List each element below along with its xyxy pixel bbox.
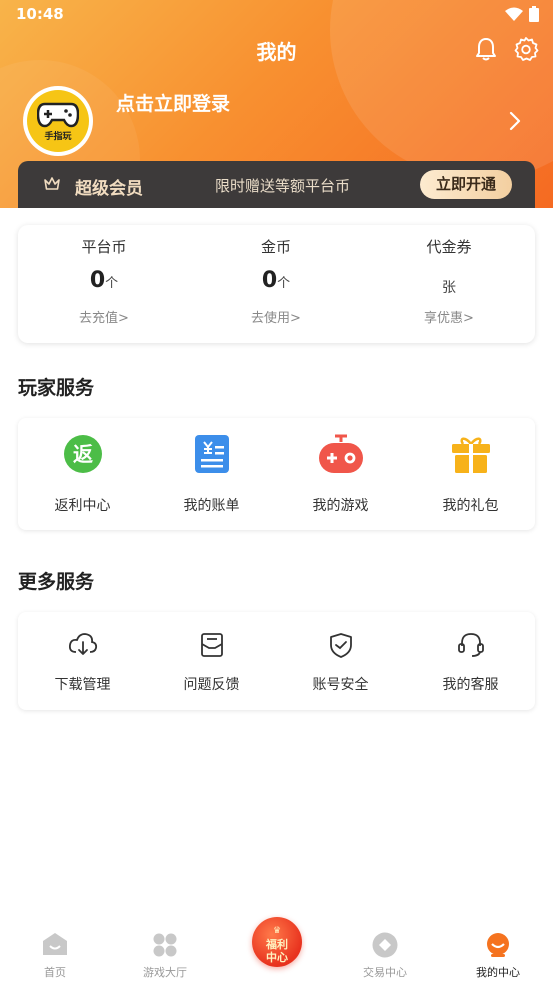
welfare-badge-icon: ♛ bbox=[272, 926, 282, 936]
icon-wrapper bbox=[406, 632, 535, 658]
tab-icon-wrapper bbox=[110, 932, 220, 958]
icon-wrapper bbox=[406, 434, 535, 474]
gear-icon[interactable] bbox=[513, 36, 539, 62]
service-my-gifts[interactable]: 我的礼包 bbox=[406, 418, 535, 530]
section-title-more-services: 更多服务 bbox=[18, 571, 95, 593]
service-label: 账号安全 bbox=[312, 677, 369, 693]
page-title: 我的 bbox=[256, 40, 297, 64]
bell-icon[interactable] bbox=[473, 36, 499, 62]
wallet-link-use[interactable]: 去使用> bbox=[190, 307, 362, 326]
gamepad-logo-icon bbox=[37, 102, 79, 128]
grid-icon bbox=[153, 933, 177, 957]
shield-icon bbox=[329, 633, 352, 658]
wallet-label: 金币 bbox=[260, 238, 291, 256]
wallet-platform-coin[interactable]: 平台币 0个 去充值> bbox=[18, 225, 190, 343]
rebate-icon: 返 bbox=[63, 435, 102, 473]
svg-text:返: 返 bbox=[73, 442, 93, 466]
service-customer-support[interactable]: 我的客服 bbox=[406, 612, 535, 710]
wallet-link-recharge[interactable]: 去充值> bbox=[18, 307, 190, 326]
service-label: 我的礼包 bbox=[442, 498, 499, 514]
service-feedback[interactable]: 问题反馈 bbox=[147, 612, 276, 710]
bill-icon bbox=[194, 435, 229, 473]
service-label: 我的游戏 bbox=[312, 498, 369, 514]
avatar-text: 手指玩 bbox=[44, 132, 72, 142]
vip-title: 超级会员 bbox=[75, 179, 143, 199]
gamepad-icon bbox=[318, 434, 363, 473]
wallet-amount: 0 bbox=[261, 268, 278, 293]
vip-description: 限时赠送等额平台币 bbox=[215, 177, 351, 195]
vip-banner[interactable]: 超级会员 限时赠送等额平台币 立即开通 bbox=[18, 161, 535, 208]
avatar[interactable]: 手指玩 bbox=[23, 86, 93, 156]
download-icon bbox=[68, 633, 97, 655]
icon-wrapper bbox=[276, 434, 405, 474]
tab-icon-wrapper bbox=[443, 932, 553, 958]
wallet-label: 平台币 bbox=[81, 238, 127, 256]
icon-wrapper bbox=[276, 632, 405, 658]
service-label: 我的账单 bbox=[183, 498, 240, 514]
service-my-bill[interactable]: 我的账单 bbox=[147, 418, 276, 530]
tab-icon-wrapper bbox=[0, 932, 110, 956]
trade-icon bbox=[372, 932, 398, 958]
wallet-label: 代金券 bbox=[426, 238, 472, 256]
login-prompt[interactable]: 点击立即登录 bbox=[116, 89, 230, 116]
chevron-right-icon[interactable] bbox=[505, 110, 525, 132]
wallet-amount: 0 bbox=[89, 268, 106, 293]
wallet-value: 0个 bbox=[190, 268, 362, 293]
feedback-icon bbox=[200, 633, 223, 657]
wallet-link-discount[interactable]: 享优惠> bbox=[363, 307, 535, 326]
icon-wrapper bbox=[147, 434, 276, 474]
crown-icon bbox=[44, 177, 60, 190]
home-icon bbox=[43, 933, 67, 955]
more-services-card: 下载管理 问题反馈 账号安全 我的客服 bbox=[18, 612, 535, 710]
avatar-logo: 手指玩 bbox=[27, 90, 89, 152]
wallet-value: 0个 bbox=[18, 268, 190, 293]
status-bar: 10:48 bbox=[0, 0, 553, 30]
battery-icon bbox=[529, 6, 539, 22]
wallet-unit: 个 bbox=[277, 276, 291, 291]
service-label: 我的客服 bbox=[442, 677, 499, 693]
wallet-voucher[interactable]: 代金券 张 享优惠> bbox=[363, 225, 535, 343]
profile-icon bbox=[487, 933, 509, 957]
wallet-card: 平台币 0个 去充值> 金币 0个 去使用> 代金券 张 享优惠> bbox=[18, 225, 535, 343]
welfare-center-button[interactable]: ♛ 福利 中心 bbox=[252, 917, 302, 967]
player-services-card: 返 返利中心 我的账单 我的游戏 我的礼包 bbox=[18, 418, 535, 530]
tab-label: 交易中心 bbox=[363, 966, 407, 979]
service-my-games[interactable]: 我的游戏 bbox=[276, 418, 405, 530]
status-icons bbox=[505, 6, 539, 22]
wallet-unit: 张 bbox=[442, 280, 456, 296]
headset-icon bbox=[457, 633, 484, 657]
icon-wrapper bbox=[147, 632, 276, 658]
service-download-manager[interactable]: 下载管理 bbox=[18, 612, 147, 710]
service-rebate-center[interactable]: 返 返利中心 bbox=[18, 418, 147, 530]
service-label: 问题反馈 bbox=[183, 677, 240, 693]
tab-icon-wrapper bbox=[330, 932, 440, 958]
welfare-badge-text: 福利 中心 bbox=[266, 938, 288, 964]
tab-label: 我的中心 bbox=[476, 966, 520, 979]
service-account-security[interactable]: 账号安全 bbox=[276, 612, 405, 710]
tab-label: 首页 bbox=[44, 966, 66, 979]
service-label: 下载管理 bbox=[54, 677, 111, 693]
gift-icon bbox=[451, 437, 490, 473]
icon-wrapper: 返 bbox=[18, 434, 147, 474]
wifi-icon bbox=[505, 7, 523, 21]
icon-wrapper bbox=[18, 632, 147, 658]
status-time: 10:48 bbox=[16, 5, 64, 23]
wallet-unit: 个 bbox=[105, 276, 119, 291]
service-label: 返利中心 bbox=[54, 498, 111, 514]
wallet-gold-coin[interactable]: 金币 0个 去使用> bbox=[190, 225, 362, 343]
section-title-player-services: 玩家服务 bbox=[18, 377, 95, 399]
tab-label: 游戏大厅 bbox=[143, 966, 187, 979]
vip-activate-button[interactable]: 立即开通 bbox=[420, 170, 512, 199]
profile-header: 10:48 我的 手指玩 点击立即登录 超级会员 限时赠送等额平台币 立即开通 bbox=[0, 0, 553, 208]
